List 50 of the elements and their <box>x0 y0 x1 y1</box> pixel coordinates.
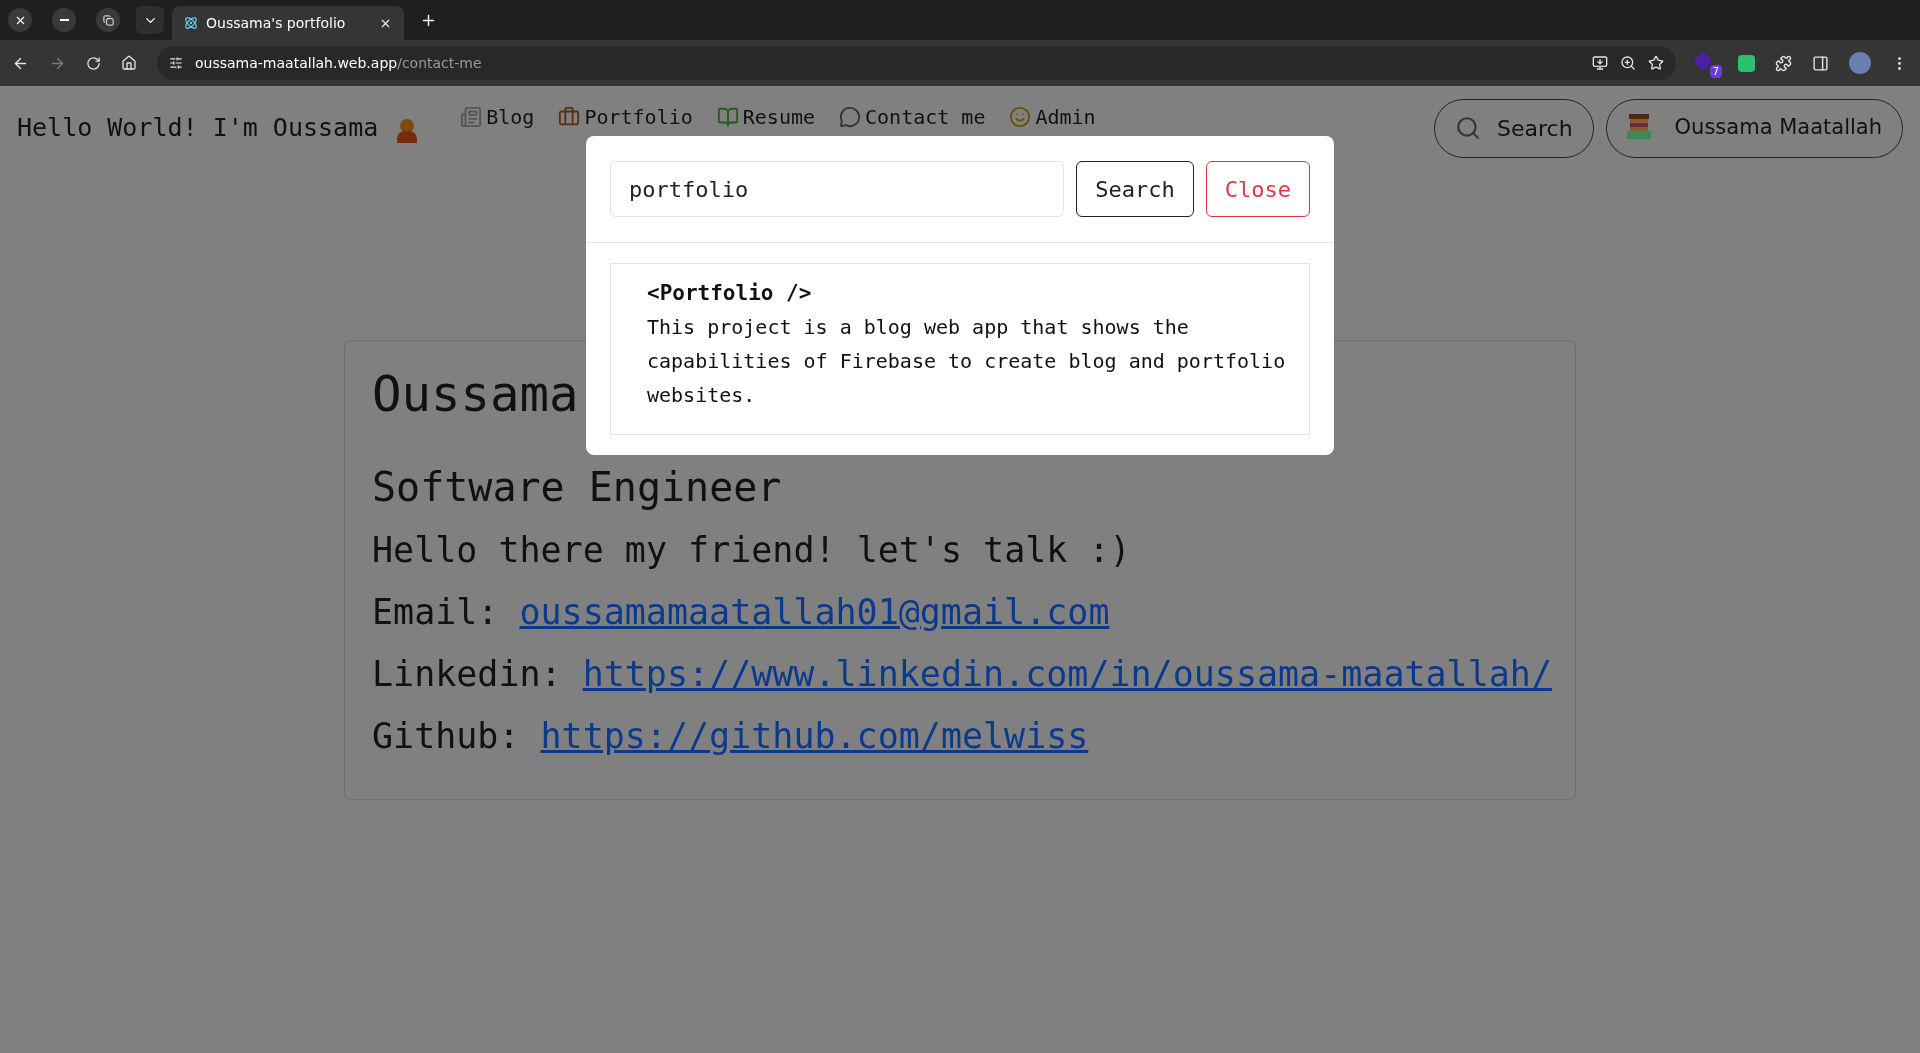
zoom-icon[interactable] <box>1620 55 1636 71</box>
url-text: oussama-maatallah.web.app/contact-me <box>195 53 482 73</box>
extension-icon[interactable] <box>1738 54 1755 72</box>
restore-button[interactable] <box>96 8 120 32</box>
bookmark-star-icon[interactable] <box>1648 55 1664 71</box>
atom-icon <box>184 16 198 30</box>
extensions-icon[interactable] <box>1775 54 1792 72</box>
nav-link[interactable]: Admin <box>1009 102 1096 132</box>
address-bar[interactable]: oussama-maatallah.web.app/contact-me <box>157 46 1676 80</box>
brand-text[interactable]: Hello World! I'm Oussama <box>17 109 379 147</box>
reload-icon[interactable] <box>86 55 101 71</box>
minimize-icon <box>59 19 69 21</box>
magnifier-icon <box>1455 115 1481 141</box>
result-description: This project is a blog web app that shows the capabilities of Firebase to create blog and portfolio websites. <box>647 314 1287 409</box>
speech-bubble-icon <box>839 106 862 128</box>
job-title: Software Engineer <box>372 463 782 512</box>
face-icon <box>1009 106 1032 128</box>
contact-link[interactable]: https://github.com/melwiss <box>540 705 1089 767</box>
nav-link[interactable]: Portfolio <box>558 102 693 132</box>
result-title: <Portfolio /> <box>647 280 813 307</box>
side-panel-icon[interactable] <box>1812 54 1829 72</box>
restore-icon <box>102 14 114 26</box>
tab-title: Oussama's portfolio <box>206 13 347 33</box>
tab-list-button[interactable] <box>136 6 164 34</box>
nav-link[interactable]: Contact me <box>839 102 986 132</box>
close-button[interactable]: Close <box>1205 161 1310 217</box>
close-window-button[interactable] <box>8 8 32 32</box>
book-icon <box>716 106 739 128</box>
dialog-search-button[interactable]: Search <box>1076 161 1194 217</box>
nav-link[interactable]: Blog <box>460 102 535 132</box>
nav-link[interactable]: Resume <box>716 102 816 132</box>
minimize-button[interactable] <box>52 8 76 32</box>
contact-link[interactable]: https://www.linkedin.com/in/oussama-maatallah/ <box>582 643 1552 705</box>
contact-link[interactable]: oussamamaatallah01@gmail.com <box>519 581 1110 643</box>
contact-name: Oussama <box>372 365 579 425</box>
install-app-icon[interactable] <box>1592 55 1608 71</box>
contact-label: Linkedin: <box>372 653 562 696</box>
greeting-text: Hello there my friend! let's talk :) <box>372 529 1132 572</box>
home-icon[interactable] <box>121 55 137 71</box>
contact-label: Github: <box>372 715 520 758</box>
site-settings-icon[interactable] <box>169 56 183 70</box>
profile-avatar[interactable] <box>1849 52 1871 74</box>
contact-label: Email: <box>372 591 499 634</box>
briefcase-icon <box>558 106 581 128</box>
browser-tab[interactable]: Oussama's portfolio <box>172 6 404 40</box>
search-input[interactable]: portfolio <box>610 161 1065 217</box>
newspaper-icon <box>460 106 483 128</box>
extension-badge: 7 <box>1709 65 1722 78</box>
search-result[interactable]: <Portfolio /> This project is a blog web app that shows the capabilities of Firebase to create blog and portfolio websites. <box>610 263 1310 435</box>
pixel-avatar-icon <box>1626 114 1651 142</box>
